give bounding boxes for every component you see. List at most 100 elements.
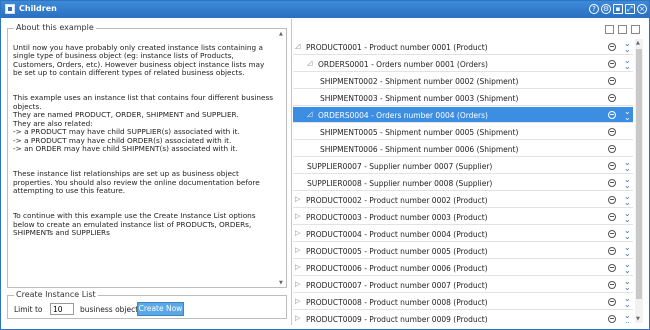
double-chevron-down-icon[interactable]: ⌄ ⌄ [624, 210, 631, 224]
close-icon[interactable]: × [637, 4, 647, 14]
remove-icon[interactable] [608, 43, 616, 51]
double-chevron-down-icon[interactable]: ⌄ ⌄ [624, 176, 631, 190]
tree-row-label: PRODUCT0008 - Product number 0008 (Produ… [306, 298, 488, 307]
remove-icon[interactable] [608, 77, 616, 85]
tree-row-label: SHIPMENT0003 - Shipment number 0003 (Shi… [320, 94, 519, 103]
remove-icon[interactable] [608, 264, 616, 272]
remove-icon[interactable] [608, 298, 616, 306]
expand-arrow-icon[interactable]: ▷ [295, 212, 303, 220]
remove-icon[interactable] [608, 315, 616, 323]
tree-row-label: PRODUCT0009 - Product number 0009 (Produ… [306, 315, 488, 323]
about-legend: About this example [14, 23, 96, 32]
tree-row-label: ORDERS0004 - Orders number 0004 (Orders) [318, 111, 488, 120]
remove-icon[interactable] [608, 230, 616, 238]
collapse-all-icon[interactable] [618, 25, 627, 34]
tree-row-label: ORDERS0001 - Orders number 0001 (Orders) [318, 60, 488, 69]
settings-icon[interactable]: ⚙ [601, 4, 611, 14]
double-chevron-down-icon[interactable]: ⌄ ⌄ [624, 40, 631, 54]
collapse-arrow-icon[interactable]: ◿ [307, 110, 315, 118]
tree-scrollbar[interactable]: ▲ ▼ [635, 39, 643, 323]
expand-all-icon[interactable] [605, 25, 614, 34]
about-paragraph: These instance list relationships are se… [13, 169, 260, 195]
create-now-button[interactable]: Create Now [137, 302, 184, 316]
tree-row[interactable]: ▷ PRODUCT0008 - Product number 0008 (Prod… [293, 294, 633, 310]
scroll-thumb[interactable] [636, 49, 642, 299]
scroll-down-icon[interactable]: ▼ [279, 280, 283, 286]
scroll-up-icon[interactable]: ▲ [636, 40, 640, 46]
remove-icon[interactable] [608, 94, 616, 102]
tree-row[interactable]: SHIPMENT0006 - Shipment number 0006 (Shi… [293, 141, 633, 157]
scroll-down-icon[interactable]: ▼ [636, 316, 640, 322]
tree-row[interactable]: SHIPMENT0002 - Shipment number 0002 (Shi… [293, 73, 633, 89]
double-chevron-down-icon[interactable]: ⌄ ⌄ [624, 108, 631, 122]
expand-arrow-icon[interactable]: ▷ [295, 263, 303, 271]
remove-icon[interactable] [608, 281, 616, 289]
double-chevron-down-icon[interactable]: ⌄ ⌄ [624, 193, 631, 207]
list-view-icon[interactable] [631, 25, 640, 34]
tree-row-label: SHIPMENT0005 - Shipment number 0005 (Shi… [320, 128, 519, 137]
expand-arrow-icon[interactable]: ▷ [295, 280, 303, 288]
remove-icon[interactable] [608, 179, 616, 187]
double-chevron-down-icon[interactable]: ⌄ ⌄ [624, 261, 631, 275]
double-chevron-down-icon[interactable]: ⌄ ⌄ [624, 312, 631, 324]
expand-arrow-icon[interactable]: ▷ [295, 195, 303, 203]
expand-icon[interactable]: ⤢ [625, 4, 635, 14]
tree-row[interactable]: ▷ PRODUCT0002 - Product number 0002 (Prod… [293, 192, 633, 208]
tree-row-label: PRODUCT0006 - Product number 0006 (Produ… [306, 264, 488, 273]
expand-arrow-icon[interactable]: ▷ [295, 297, 303, 305]
tree-row[interactable]: ▷ PRODUCT0006 - Product number 0006 (Prod… [293, 260, 633, 276]
about-paragraph: To continue with this example use the Cr… [13, 211, 256, 237]
double-chevron-down-icon[interactable]: ⌄ ⌄ [624, 159, 631, 173]
about-panel: About this example Until now you have pr… [7, 23, 287, 288]
about-scrollbar[interactable]: ▲ ▼ [279, 31, 285, 286]
expand-arrow-icon[interactable]: ▷ [295, 246, 303, 254]
pane-splitter[interactable] [291, 19, 292, 325]
tree-toolbar [605, 25, 645, 35]
limit-input[interactable] [50, 303, 74, 315]
about-paragraph: Until now you have probably only created… [13, 42, 265, 77]
tree-row[interactable]: SUPPLIER0007 - Supplier number 0007 (Sup… [293, 158, 633, 174]
tree-row[interactable]: ◿ PRODUCT0001 - Product number 0001 (Prod… [293, 39, 633, 55]
remove-icon[interactable] [608, 247, 616, 255]
remove-icon[interactable] [608, 162, 616, 170]
tree-row[interactable]: ▷ PRODUCT0004 - Product number 0004 (Prod… [293, 226, 633, 242]
title-bar[interactable]: Children ? ⚙ ▪ ⤢ × [1, 1, 649, 18]
tree-row-label: PRODUCT0001 - Product number 0001 (Produ… [306, 43, 488, 52]
double-chevron-down-icon[interactable]: ⌄ ⌄ [624, 244, 631, 258]
tree-row[interactable]: ▷ PRODUCT0007 - Product number 0007 (Prod… [293, 277, 633, 293]
expand-arrow-icon[interactable]: ▷ [295, 314, 303, 322]
tree-row[interactable]: SUPPLIER0008 - Supplier number 0008 (Sup… [293, 175, 633, 191]
create-legend: Create Instance List [14, 290, 98, 299]
help-icon[interactable]: ? [589, 4, 599, 14]
remove-icon[interactable] [608, 111, 616, 119]
tree-row[interactable]: ◿ ORDERS0004 - Orders number 0004 (Orders… [293, 107, 633, 123]
double-chevron-down-icon[interactable]: ⌄ ⌄ [624, 57, 631, 71]
window-icon [5, 4, 15, 14]
remove-icon[interactable] [608, 213, 616, 221]
tree-row[interactable]: SHIPMENT0003 - Shipment number 0003 (Shi… [293, 90, 633, 106]
window-title: Children [19, 4, 57, 13]
tree-row-label: PRODUCT0003 - Product number 0003 (Produ… [306, 213, 488, 222]
double-chevron-down-icon[interactable]: ⌄ ⌄ [624, 227, 631, 241]
tree-row[interactable]: ◿ ORDERS0001 - Orders number 0001 (Orders… [293, 56, 633, 72]
about-paragraph: This example uses an instance list that … [13, 93, 274, 153]
remove-icon[interactable] [608, 60, 616, 68]
left-pane: About this example Until now you have pr… [7, 23, 287, 321]
remove-icon[interactable] [608, 145, 616, 153]
remove-icon[interactable] [608, 128, 616, 136]
print-icon[interactable]: ▪ [613, 4, 623, 14]
collapse-arrow-icon[interactable]: ◿ [307, 59, 315, 67]
tree-row-label: PRODUCT0005 - Product number 0005 (Produ… [306, 247, 488, 256]
tree-row[interactable]: ▷ PRODUCT0009 - Product number 0009 (Prod… [293, 311, 633, 323]
scroll-up-icon[interactable]: ▲ [279, 31, 283, 37]
about-text: Until now you have probably only created… [13, 35, 275, 246]
tree-row[interactable]: ▷ PRODUCT0003 - Product number 0003 (Prod… [293, 209, 633, 225]
double-chevron-down-icon[interactable]: ⌄ ⌄ [624, 295, 631, 309]
collapse-arrow-icon[interactable]: ◿ [295, 42, 303, 50]
tree-row[interactable]: SHIPMENT0005 - Shipment number 0005 (Shi… [293, 124, 633, 140]
double-chevron-down-icon[interactable]: ⌄ ⌄ [624, 278, 631, 292]
tree-row[interactable]: ▷ PRODUCT0005 - Product number 0005 (Prod… [293, 243, 633, 259]
remove-icon[interactable] [608, 196, 616, 204]
children-window: Children ? ⚙ ▪ ⤢ × About this example Un… [0, 0, 650, 330]
expand-arrow-icon[interactable]: ▷ [295, 229, 303, 237]
